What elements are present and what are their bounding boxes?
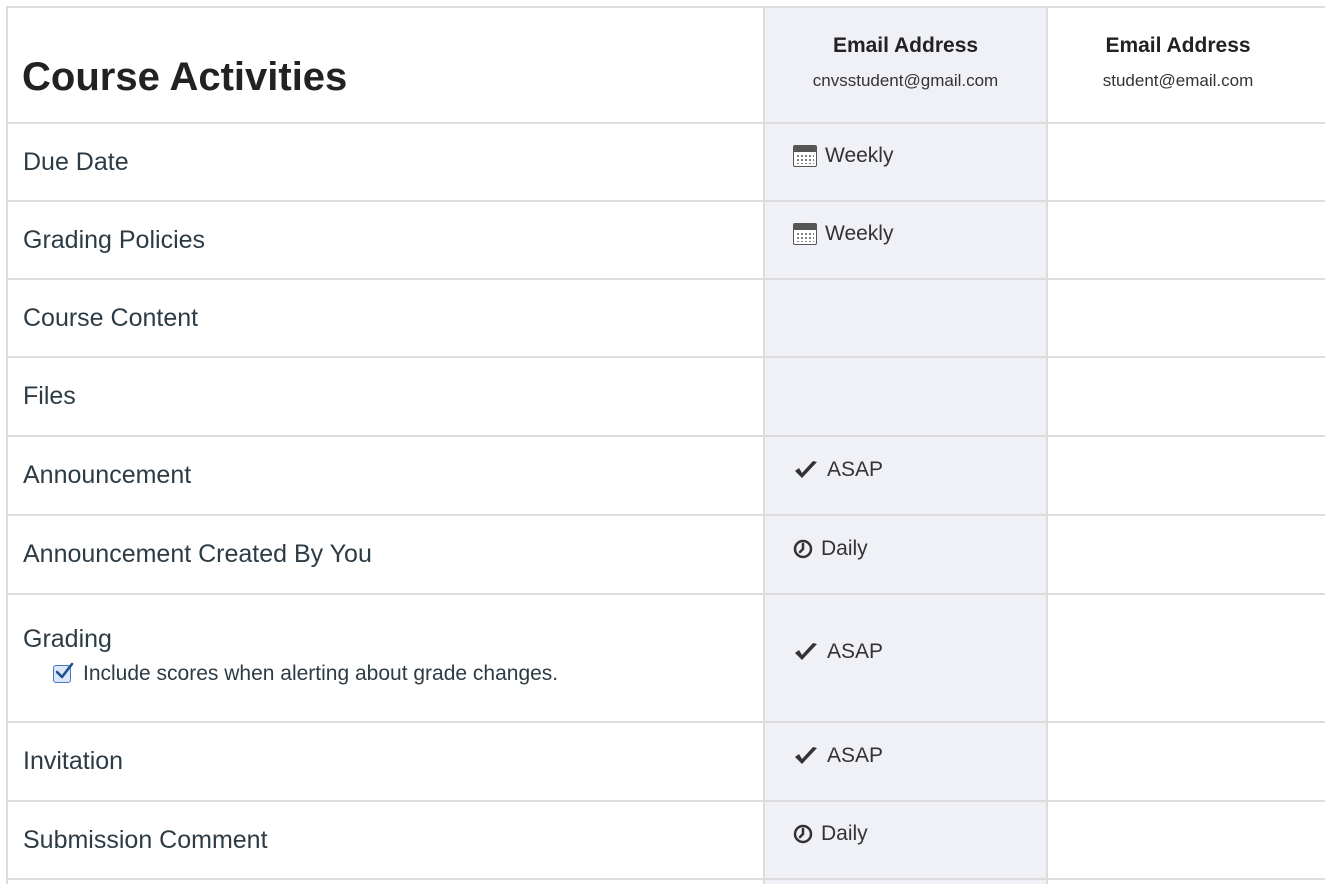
- table-row: Submission Comment Daily: [8, 802, 1325, 880]
- column-title: Email Address: [832, 34, 979, 57]
- frequency-cell[interactable]: [763, 880, 1048, 884]
- activity-label: Grading: [23, 624, 112, 653]
- activity-label-group: Grading Include scores when alerting abo…: [8, 595, 763, 721]
- table-row: Grading Include scores when alerting abo…: [8, 595, 1325, 723]
- table-row: Announcement ASAP: [8, 437, 1325, 516]
- include-scores-checkbox[interactable]: [53, 662, 74, 683]
- frequency-cell[interactable]: [1048, 202, 1325, 278]
- check-icon: [793, 459, 819, 481]
- frequency-value: Weekly: [825, 222, 894, 245]
- frequency-value: Daily: [821, 822, 868, 845]
- frequency-value: ASAP: [827, 457, 884, 481]
- frequency-cell[interactable]: Daily: [763, 802, 1048, 878]
- frequency-cell[interactable]: [763, 280, 1048, 356]
- table-row: Announcement Created By You Daily: [8, 516, 1325, 595]
- table-row: [8, 880, 1325, 884]
- clock-icon: [793, 539, 813, 559]
- activity-label: Announcement: [23, 461, 192, 489]
- table-row: Files: [8, 358, 1325, 437]
- page-title: Course Activities: [22, 54, 348, 99]
- activity-label: Announcement Created By You: [23, 540, 372, 568]
- table-row: Course Content: [8, 280, 1325, 358]
- frequency-cell[interactable]: [1048, 880, 1325, 884]
- frequency-cell[interactable]: ASAP: [763, 723, 1048, 800]
- activity-label: Due Date: [23, 147, 129, 176]
- frequency-value: Daily: [821, 536, 868, 560]
- frequency-cell[interactable]: Weekly: [763, 202, 1048, 278]
- frequency-cell[interactable]: [1048, 358, 1325, 435]
- frequency-value: ASAP: [827, 640, 884, 663]
- activity-label: [8, 880, 763, 884]
- clock-icon: [793, 824, 813, 844]
- activity-label: Grading Policies: [23, 225, 206, 254]
- frequency-cell[interactable]: [1048, 437, 1325, 514]
- column-email: cnvsstudent@gmail.com: [812, 71, 999, 90]
- frequency-cell[interactable]: Daily: [763, 516, 1048, 593]
- calendar-icon: [793, 223, 817, 245]
- table-row: Due Date Weekly: [8, 124, 1325, 202]
- frequency-cell[interactable]: ASAP: [763, 595, 1048, 721]
- calendar-icon: [793, 145, 817, 167]
- include-scores-option[interactable]: Include scores when alerting about grade…: [23, 662, 763, 686]
- frequency-cell[interactable]: ASAP: [763, 437, 1048, 514]
- frequency-cell[interactable]: [1048, 723, 1325, 800]
- notification-preferences-page: Course Activities Email Address cnvsstud…: [0, 0, 1325, 884]
- activity-label: Course Content: [23, 303, 199, 332]
- activity-label: Files: [23, 382, 76, 410]
- activity-label: Invitation: [23, 747, 124, 775]
- include-scores-label: Include scores when alerting about grade…: [83, 661, 559, 685]
- frequency-cell[interactable]: [1048, 595, 1325, 721]
- column-header-secondary-email: Email Address student@email.com: [1048, 8, 1308, 122]
- check-icon: [793, 641, 819, 663]
- check-icon: [793, 745, 819, 767]
- notification-preferences-table: Course Activities Email Address cnvsstud…: [6, 6, 1325, 884]
- frequency-cell[interactable]: [763, 358, 1048, 435]
- table-row: Grading Policies Weekly: [8, 202, 1325, 280]
- frequency-value: Weekly: [825, 144, 894, 167]
- frequency-cell[interactable]: Weekly: [763, 124, 1048, 200]
- activity-label: Submission Comment: [23, 825, 268, 854]
- table-row: Invitation ASAP: [8, 723, 1325, 802]
- column-header-primary-email: Email Address cnvsstudent@gmail.com: [763, 8, 1048, 122]
- frequency-cell[interactable]: [1048, 124, 1325, 200]
- frequency-value: ASAP: [827, 743, 884, 767]
- table-header-row: Course Activities Email Address cnvsstud…: [8, 8, 1325, 124]
- frequency-cell[interactable]: [1048, 516, 1325, 593]
- frequency-cell[interactable]: [1048, 280, 1325, 356]
- column-title: Email Address: [1105, 34, 1251, 57]
- frequency-cell[interactable]: [1048, 802, 1325, 878]
- column-email: student@email.com: [1102, 71, 1254, 90]
